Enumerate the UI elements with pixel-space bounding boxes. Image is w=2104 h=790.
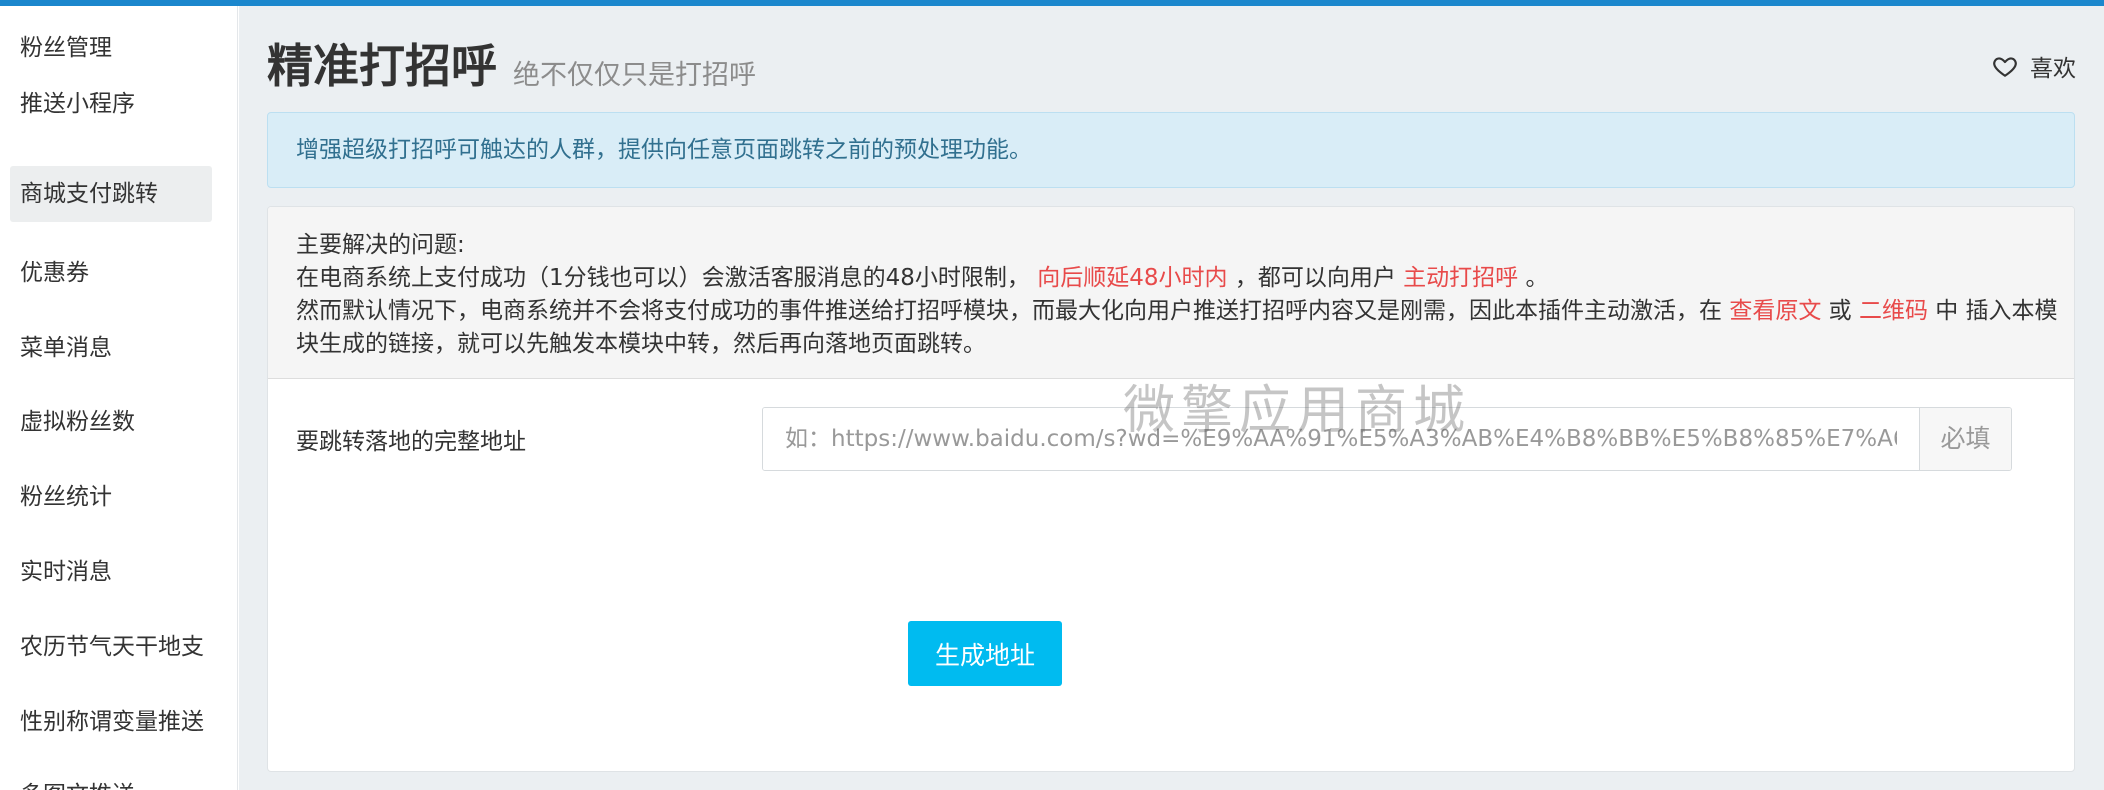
landing-url-input[interactable] bbox=[763, 408, 1919, 470]
description-heading: 主要解决的问题: bbox=[296, 232, 465, 258]
description-text: 然而默认情况下，电商系统并不会将支付成功的事件推送给打招呼模块，而最大化向用户推… bbox=[296, 298, 1722, 324]
like-label: 喜欢 bbox=[2030, 56, 2076, 82]
description-text: 。 bbox=[1525, 265, 1549, 291]
page-subtitle: 绝不仅仅只是打招呼 bbox=[513, 60, 756, 91]
sidebar-item-lunar-calendar[interactable]: 农历节气天干地支 bbox=[10, 619, 212, 675]
like-button[interactable]: 喜欢 bbox=[1992, 51, 2076, 82]
main-content: 精准打招呼 绝不仅仅只是打招呼 喜欢 增强超级打招呼可触达的人群，提供向任意页面… bbox=[239, 6, 2104, 790]
sidebar: 粉丝管理 推送小程序 商城支付跳转 优惠券 菜单消息 虚拟粉丝数 粉丝统计 实时… bbox=[0, 6, 238, 790]
description-text: 或 bbox=[1828, 298, 1852, 324]
landing-url-input-group: 必填 bbox=[762, 407, 2012, 471]
landing-url-label: 要跳转落地的完整地址 bbox=[296, 429, 526, 455]
generate-url-button[interactable]: 生成地址 bbox=[908, 621, 1062, 686]
heart-icon bbox=[1993, 57, 2017, 77]
highlight-text: 二维码 bbox=[1858, 298, 1928, 324]
highlight-text: 主动打招呼 bbox=[1403, 265, 1519, 291]
panel-description: 主要解决的问题: 在电商系统上支付成功（1分钱也可以）会激活客服消息的48小时限… bbox=[268, 207, 2074, 379]
sidebar-item-virtual-fans[interactable]: 虚拟粉丝数 bbox=[10, 394, 212, 450]
description-text: 中 插入本模 bbox=[1935, 298, 2058, 324]
description-line-3: 块生成的链接，就可以先触发本模块中转，然后再向落地页面跳转。 bbox=[296, 331, 986, 357]
info-alert: 增强超级打招呼可触达的人群，提供向任意页面跳转之前的预处理功能。 bbox=[267, 112, 2075, 188]
settings-panel: 主要解决的问题: 在电商系统上支付成功（1分钱也可以）会激活客服消息的48小时限… bbox=[267, 206, 2075, 772]
description-line-1: 在电商系统上支付成功（1分钱也可以）会激活客服消息的48小时限制， 向后顺延48… bbox=[296, 262, 2046, 295]
description-text: ，都可以向用户 bbox=[1234, 265, 1396, 291]
sidebar-item-mall-payment-redirect[interactable]: 商城支付跳转 bbox=[10, 166, 212, 222]
highlight-text: 向后顺延48小时内 bbox=[1037, 265, 1228, 291]
sidebar-item-multi-article-push[interactable]: 多图文推送 bbox=[10, 767, 212, 790]
description-line-2: 然而默认情况下，电商系统并不会将支付成功的事件推送给打招呼模块，而最大化向用户推… bbox=[296, 295, 2058, 328]
sidebar-item-fans-statistics[interactable]: 粉丝统计 bbox=[10, 469, 212, 525]
sidebar-item-menu-messages[interactable]: 菜单消息 bbox=[10, 320, 212, 376]
sidebar-item-coupons[interactable]: 优惠券 bbox=[10, 245, 212, 301]
sidebar-item-fans-management[interactable]: 粉丝管理 bbox=[10, 20, 212, 76]
page-title: 精准打招呼 bbox=[267, 39, 497, 93]
sidebar-item-gender-title-push[interactable]: 性别称谓变量推送 bbox=[10, 694, 212, 750]
sidebar-item-push-miniprogram[interactable]: 推送小程序 bbox=[10, 76, 212, 132]
sidebar-item-realtime-messages[interactable]: 实时消息 bbox=[10, 544, 212, 600]
description-text: 在电商系统上支付成功（1分钱也可以）会激活客服消息的48小时限制， bbox=[296, 265, 1030, 291]
highlight-text: 查看原文 bbox=[1729, 298, 1822, 324]
required-addon: 必填 bbox=[1919, 408, 2011, 470]
